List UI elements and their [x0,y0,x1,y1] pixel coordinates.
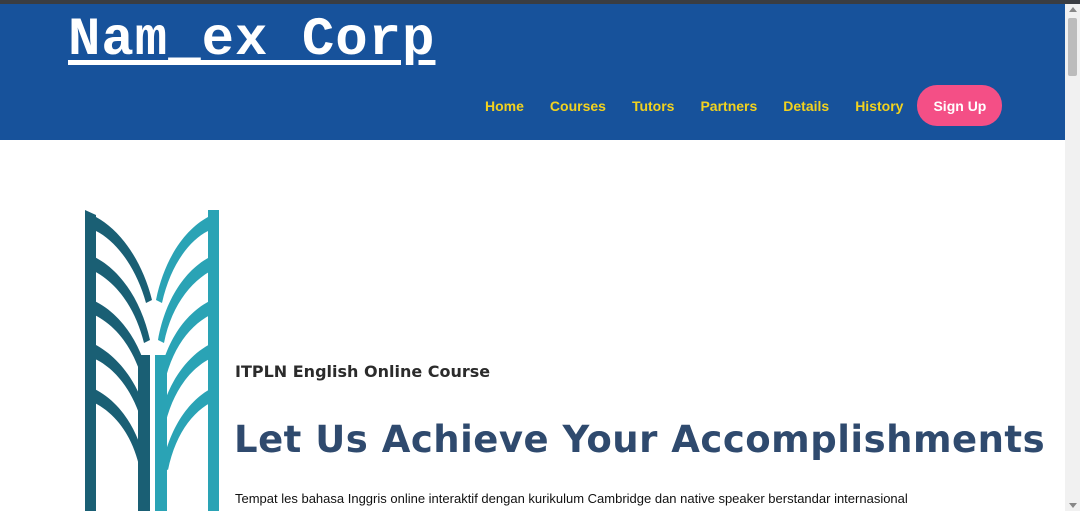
brand-logo[interactable]: Nam_ex Corp [68,10,435,72]
nav-tutors[interactable]: Tutors [632,98,675,114]
itpln-logo-icon [85,210,219,511]
nav-partners[interactable]: Partners [700,98,757,114]
nav-details[interactable]: Details [783,98,829,114]
nav-history[interactable]: History [855,98,903,114]
nav-courses[interactable]: Courses [550,98,606,114]
page-scrollbar[interactable] [1065,4,1080,511]
scroll-up-arrow-icon[interactable] [1069,7,1077,12]
sign-up-button[interactable]: Sign Up [917,85,1003,126]
site-header: Nam_ex Corp Home Courses Tutors Partners… [0,4,1065,140]
hero-subtitle: ITPLN English Online Course [235,362,491,381]
hero-description: Tempat les bahasa Inggris online interak… [235,491,908,506]
nav-home[interactable]: Home [485,98,524,114]
scroll-down-arrow-icon[interactable] [1069,503,1077,508]
main-nav: Home Courses Tutors Partners Details His… [472,85,1003,126]
hero-headline: Let Us Achieve Your Accomplishments [234,418,1046,461]
scrollbar-thumb[interactable] [1068,18,1077,76]
